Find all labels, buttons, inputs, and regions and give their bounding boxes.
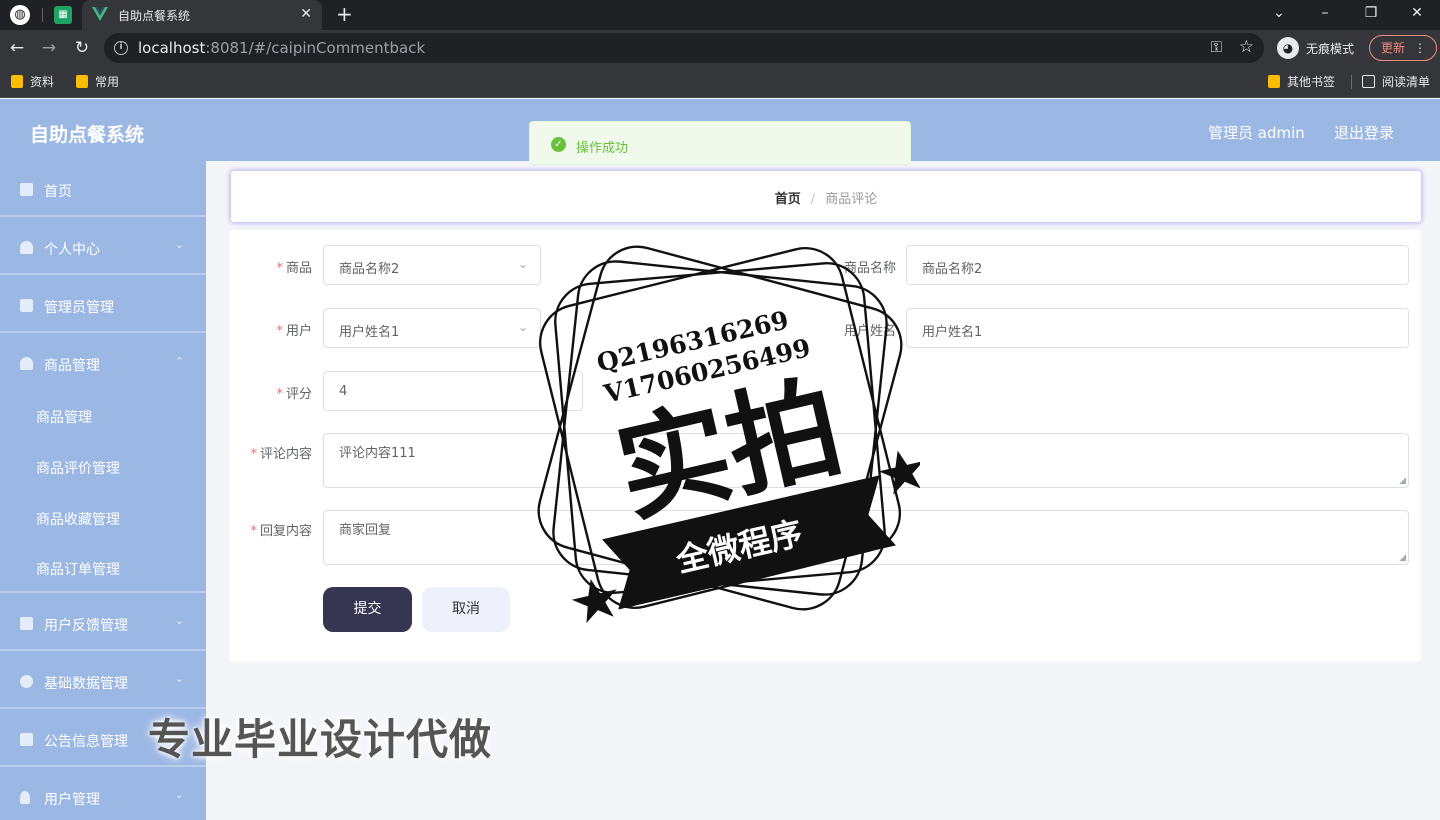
- chevron-up-icon: ⌄: [174, 354, 184, 367]
- reading-list-icon: [1362, 75, 1375, 88]
- bookmarks-bar: 资料 常用 其他书签 阅读清单: [0, 66, 1440, 98]
- minimize-icon[interactable]: –: [1302, 0, 1348, 30]
- toast-message: 操作成功: [576, 141, 629, 156]
- admin-icon: [20, 299, 33, 312]
- data-icon: [20, 675, 33, 688]
- reply-label: * 回复内容: [250, 524, 312, 539]
- breadcrumb-home[interactable]: 首页: [775, 192, 801, 207]
- site-info-icon[interactable]: i: [114, 41, 128, 55]
- watermark-stamp: Q2196316269 V17060256499 实拍 全微程序: [537, 245, 920, 624]
- sidebar-item-admin[interactable]: 管理员管理: [0, 277, 206, 333]
- active-tab[interactable]: 自助点餐系统 ✕: [82, 0, 322, 30]
- sidebar-item-label: 用户反馈管理: [44, 618, 128, 634]
- bookmark-folder-1[interactable]: 资料: [11, 73, 54, 90]
- address-bar[interactable]: i localhost:8081/#/caipinCommentback ⚿ ☆: [104, 33, 1264, 63]
- sidebar-subitem-orders[interactable]: 商品订单管理: [0, 542, 206, 593]
- sidebar-item-profile[interactable]: 个人中心 ⌄: [0, 219, 206, 275]
- folder-icon: [1268, 75, 1280, 88]
- logout-link[interactable]: 退出登录: [1334, 122, 1394, 143]
- breadcrumb-current: 商品评论: [825, 192, 878, 207]
- chevron-down-icon: ⌄: [174, 614, 184, 627]
- notice-icon: [20, 733, 33, 746]
- check-circle-icon: ✓: [551, 137, 566, 152]
- sheets-tab-icon[interactable]: ▦: [54, 6, 72, 24]
- chevron-down-icon: ⌄: [174, 238, 184, 251]
- sidebar-item-label: 管理员管理: [44, 300, 114, 316]
- watermark-text: 专业毕业设计代做: [148, 715, 493, 764]
- folder-icon: [11, 75, 23, 88]
- submit-button[interactable]: 提交: [323, 587, 412, 632]
- window-controls: ⌄ – ❐ ✕: [1256, 0, 1440, 30]
- other-bookmarks[interactable]: 其他书签: [1268, 73, 1335, 90]
- sidebar-item-home[interactable]: 首页: [0, 161, 206, 217]
- reload-icon[interactable]: ↻: [70, 36, 94, 60]
- resize-grip-icon[interactable]: ◢: [1399, 476, 1406, 486]
- success-toast: ✓ 操作成功: [529, 121, 911, 165]
- rating-label: * 评分: [276, 387, 312, 402]
- chevron-down-icon: ⌄: [174, 788, 184, 801]
- app-title: 自助点餐系统: [30, 124, 145, 146]
- sidebar-item-label: 用户管理: [44, 792, 100, 808]
- product-label: * 商品: [276, 261, 312, 276]
- sidebar-subitem-label: 商品管理: [36, 410, 92, 426]
- browser-tab-bar: ◍ ▦ 自助点餐系统 ✕ + ⌄ – ❐ ✕: [0, 0, 1440, 30]
- home-icon: [20, 183, 33, 196]
- sidebar-subitem-reviews[interactable]: 商品评价管理: [0, 441, 206, 492]
- product-name-field[interactable]: 商品名称2: [906, 245, 1409, 285]
- tab-title: 自助点餐系统: [118, 9, 191, 23]
- tab-separator: [42, 8, 43, 22]
- window-close-icon[interactable]: ✕: [1394, 0, 1440, 30]
- url-text[interactable]: localhost:8081/#/caipinCommentback: [138, 39, 425, 57]
- menu-dots-icon: ⋮: [1414, 41, 1426, 55]
- bookmark-folder-2[interactable]: 常用: [76, 73, 119, 90]
- sidebar-item-feedback[interactable]: 用户反馈管理 ⌄: [0, 595, 206, 651]
- feedback-icon: [20, 617, 33, 630]
- reading-list[interactable]: 阅读清单: [1362, 73, 1430, 90]
- back-arrow-icon[interactable]: ←: [5, 36, 29, 60]
- tab-close-icon[interactable]: ✕: [300, 6, 312, 22]
- sidebar-item-users[interactable]: 用户管理 ⌄: [0, 769, 206, 820]
- product-icon: [20, 357, 33, 370]
- user-name-field[interactable]: 用户姓名1: [906, 308, 1409, 348]
- sidebar-subitem-products[interactable]: 商品管理: [0, 390, 206, 441]
- resize-grip-icon[interactable]: ◢: [1399, 553, 1406, 563]
- sidebar-subitem-label: 商品评价管理: [36, 461, 120, 477]
- restore-icon[interactable]: ❐: [1348, 0, 1394, 30]
- breadcrumb-separator: /: [810, 192, 816, 207]
- breadcrumb: 首页 / 商品评论: [231, 171, 1421, 222]
- sidebar-item-products[interactable]: 商品管理 ⌄: [0, 335, 206, 391]
- forward-arrow-icon[interactable]: →: [37, 36, 61, 60]
- cancel-button[interactable]: 取消: [422, 587, 510, 632]
- key-icon[interactable]: ⚿: [1211, 38, 1222, 56]
- mic-icon: [20, 791, 30, 804]
- admin-label: 管理员 admin: [1208, 124, 1305, 142]
- sidebar-item-label: 商品管理: [44, 358, 100, 374]
- star-icon: [571, 578, 617, 624]
- tab-search-chevron-icon[interactable]: ⌄: [1256, 0, 1302, 30]
- sidebar-item-label: 首页: [44, 184, 72, 200]
- comment-label: * 评论内容: [250, 447, 312, 462]
- sidebar-subitem-label: 商品收藏管理: [36, 512, 120, 528]
- product-select[interactable]: 商品名称2 ⌄: [323, 245, 541, 285]
- sidebar-subitem-favorites[interactable]: 商品收藏管理: [0, 492, 206, 543]
- vue-logo-icon: [92, 7, 108, 21]
- sidebar-item-label: 个人中心: [44, 242, 100, 258]
- bookmark-separator: [1351, 75, 1352, 89]
- incognito-label: 无痕模式: [1306, 42, 1355, 56]
- user-label: * 用户: [276, 324, 312, 339]
- new-tab-plus-icon[interactable]: +: [336, 2, 353, 26]
- sidebar-item-basic-data[interactable]: 基础数据管理 ⌄: [0, 653, 206, 709]
- sidebar-item-label: 公告信息管理: [44, 734, 128, 750]
- folder-icon: [76, 75, 88, 88]
- sidebar-subitem-label: 商品订单管理: [36, 562, 120, 578]
- incognito-icon[interactable]: ◕: [1277, 37, 1299, 59]
- chevron-down-icon: ⌄: [174, 672, 184, 685]
- update-button[interactable]: 更新 ⋮: [1369, 35, 1437, 61]
- browser-toolbar: ← → ↻ i localhost:8081/#/caipinCommentba…: [0, 30, 1440, 66]
- user-icon: [20, 241, 33, 254]
- user-select[interactable]: 用户姓名1 ⌄: [323, 308, 541, 348]
- globe-icon[interactable]: ◍: [10, 5, 30, 25]
- bookmark-star-icon[interactable]: ☆: [1239, 37, 1254, 57]
- sidebar-item-label: 基础数据管理: [44, 676, 128, 692]
